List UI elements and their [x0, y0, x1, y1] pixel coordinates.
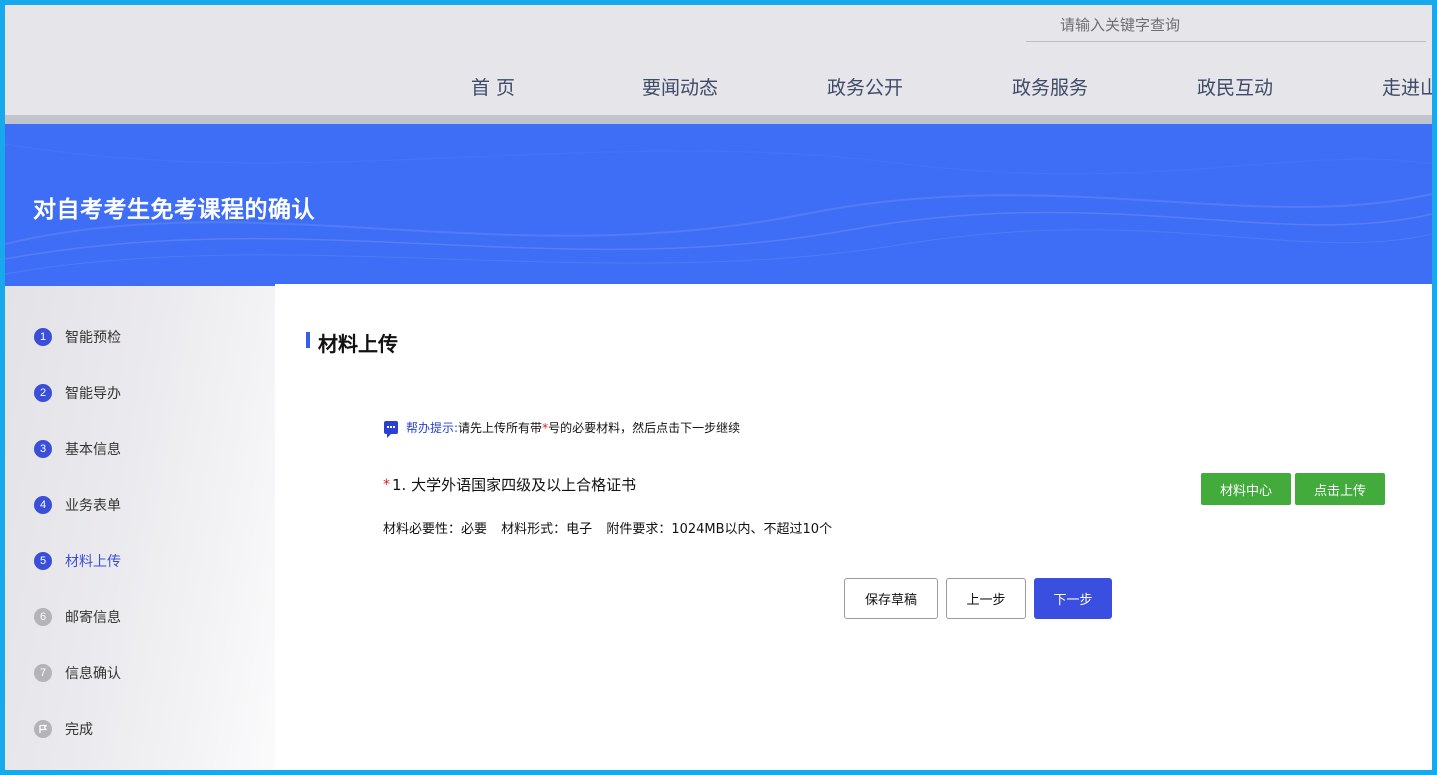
nav-gov-affairs[interactable]: 政务公开 — [827, 73, 903, 100]
step-number: 2 — [34, 384, 52, 402]
prev-step-button[interactable]: 上一步 — [946, 578, 1026, 619]
step-item-mailing[interactable]: 6 邮寄信息 — [34, 605, 121, 629]
material-necessity: 材料必要性：必要 — [383, 522, 487, 537]
step-label: 基本信息 — [65, 439, 121, 459]
step-label: 完成 — [65, 719, 93, 739]
sidebar-accent-line — [5, 284, 285, 286]
help-tip: 帮办提示: 请先上传所有带 * 号的必要材料，然后点击下一步继续 — [384, 419, 740, 436]
step-label: 业务表单 — [65, 495, 121, 515]
header-divider — [5, 115, 1432, 124]
chat-icon — [384, 421, 398, 434]
step-number: 6 — [34, 608, 52, 626]
step-number: 3 — [34, 440, 52, 458]
upload-button[interactable]: 点击上传 — [1295, 473, 1385, 505]
save-draft-button[interactable]: 保存草稿 — [844, 578, 938, 619]
step-number: 1 — [34, 328, 52, 346]
material-attachment: 附件要求：1024MB以内、不超过10个 — [606, 522, 832, 537]
tip-label: 帮办提示: — [406, 419, 458, 436]
step-label: 智能导办 — [65, 383, 121, 403]
nav-gov-services[interactable]: 政务服务 — [1012, 73, 1088, 100]
step-item-finish[interactable]: 完成 — [34, 717, 93, 741]
material-info: 材料必要性：必要 材料形式：电子 附件要求：1024MB以内、不超过10个 — [383, 518, 842, 537]
step-item-guide[interactable]: 2 智能导办 — [34, 381, 121, 405]
main-content: 材料上传 帮办提示: 请先上传所有带 * 号的必要材料，然后点击下一步继续 * … — [275, 284, 1432, 770]
step-item-confirm[interactable]: 7 信息确认 — [34, 661, 121, 685]
section-title: 材料上传 — [318, 328, 398, 357]
step-label: 信息确认 — [65, 663, 121, 683]
step-label: 智能预检 — [65, 327, 121, 347]
tip-text-after: 号的必要材料，然后点击下一步继续 — [548, 419, 740, 436]
section-accent-bar — [306, 332, 310, 348]
nav-interaction[interactable]: 政民互动 — [1197, 73, 1273, 100]
next-step-button[interactable]: 下一步 — [1034, 578, 1112, 619]
step-label: 材料上传 — [65, 551, 121, 571]
tip-text-before: 请先上传所有带 — [458, 419, 542, 436]
nav-about[interactable]: 走进山 — [1382, 73, 1432, 100]
step-label: 邮寄信息 — [65, 607, 121, 627]
site-header: 首 页 要闻动态 政务公开 政务服务 政民互动 走进山 — [5, 5, 1432, 115]
flag-icon — [34, 720, 52, 738]
step-number: 7 — [34, 664, 52, 682]
material-form: 材料形式：电子 — [501, 522, 592, 537]
material-center-button[interactable]: 材料中心 — [1201, 473, 1291, 505]
step-number: 5 — [34, 552, 52, 570]
page-title: 对自考考生免考课程的确认 — [33, 190, 315, 224]
nav-home[interactable]: 首 页 — [471, 73, 515, 100]
required-mark: * — [383, 477, 390, 493]
nav-news[interactable]: 要闻动态 — [642, 73, 718, 100]
search-input[interactable] — [1026, 9, 1426, 42]
step-item-precheck[interactable]: 1 智能预检 — [34, 325, 121, 349]
page-banner: 对自考考生免考课程的确认 — [5, 124, 1432, 284]
material-title: 1. 大学外语国家四级及以上合格证书 — [392, 474, 636, 495]
browser-viewport: 首 页 要闻动态 政务公开 政务服务 政民互动 走进山 对自考考生免考课程的确认… — [5, 5, 1432, 770]
step-sidebar: 1 智能预检 2 智能导办 3 基本信息 4 业务表单 5 材料上传 6 邮寄信… — [5, 284, 275, 770]
step-item-basic-info[interactable]: 3 基本信息 — [34, 437, 121, 461]
step-item-upload[interactable]: 5 材料上传 — [34, 549, 121, 573]
main-nav: 首 页 要闻动态 政务公开 政务服务 政民互动 走进山 — [5, 73, 1432, 107]
step-number: 4 — [34, 496, 52, 514]
step-item-form[interactable]: 4 业务表单 — [34, 493, 121, 517]
